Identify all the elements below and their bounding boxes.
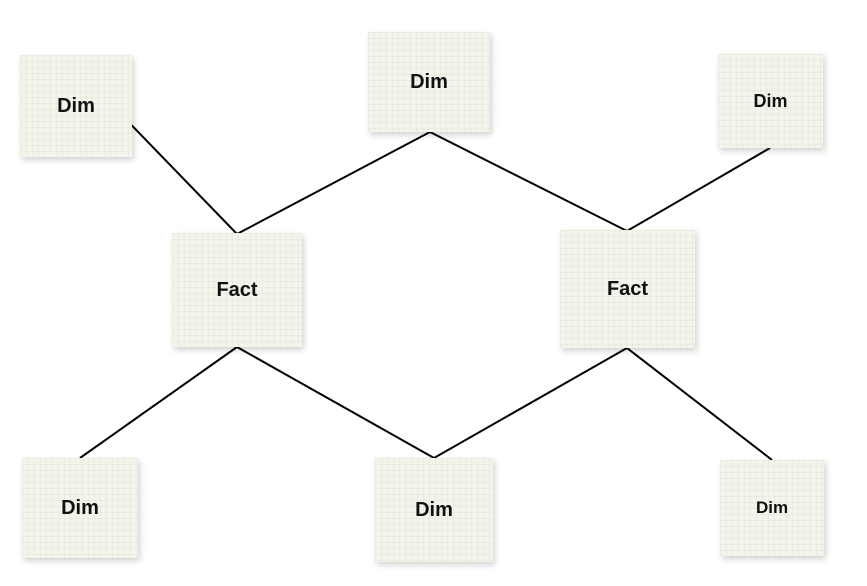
- edge: [237, 132, 430, 234]
- dim-node-top-center[interactable]: Dim: [368, 32, 490, 132]
- node-label: Fact: [216, 279, 257, 302]
- edge: [430, 132, 627, 231]
- dim-node-bottom-right[interactable]: Dim: [720, 460, 824, 556]
- dim-node-bottom-left[interactable]: Dim: [22, 458, 138, 558]
- node-label: Dim: [410, 71, 448, 94]
- edge: [627, 148, 770, 231]
- dim-node-top-left[interactable]: Dim: [20, 55, 132, 157]
- fact-node-right[interactable]: Fact: [560, 230, 695, 348]
- node-label: Dim: [756, 498, 788, 518]
- node-label: Fact: [607, 278, 648, 301]
- node-label: Dim: [753, 91, 787, 112]
- edge: [434, 348, 627, 458]
- diagram-canvas: Dim Dim Dim Fact Fact Dim Dim Dim: [0, 0, 867, 586]
- node-label: Dim: [61, 497, 99, 520]
- edge: [627, 348, 772, 460]
- node-label: Dim: [415, 499, 453, 522]
- dim-node-top-right[interactable]: Dim: [718, 54, 823, 148]
- fact-node-left[interactable]: Fact: [172, 233, 302, 347]
- node-label: Dim: [57, 95, 95, 118]
- dim-node-bottom-center[interactable]: Dim: [375, 458, 493, 562]
- edge: [237, 347, 434, 458]
- edge: [80, 347, 237, 458]
